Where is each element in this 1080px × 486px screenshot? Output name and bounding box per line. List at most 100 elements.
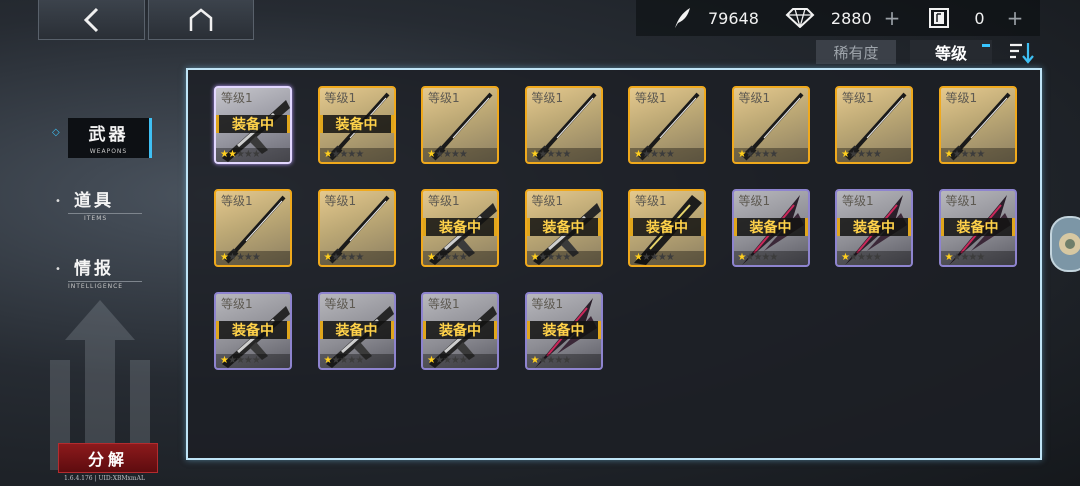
star-icon: ★ [251,252,261,263]
star-icon: ★ [243,355,253,366]
star-icon: ★ [665,149,675,160]
sort-rarity-button[interactable]: 稀有度 [816,40,896,64]
equipped-badge: 装备中 [423,218,497,236]
chevron-left-icon [83,7,98,32]
sort-order-icon[interactable] [1006,40,1036,66]
floating-assist-button[interactable] [1050,216,1080,272]
weapon-card[interactable]: 等级1 装备中 ★★★★★ [835,189,913,267]
star-icon: ★ [251,355,261,366]
diamond-add-button[interactable]: + [884,6,901,30]
equipped-badge: 装备中 [526,321,601,339]
weapon-card[interactable]: 等级1 装备中 ★★★★★ [421,292,499,370]
ticket-count: 0 [974,8,985,28]
sort-active-marker [982,44,990,47]
equipped-badge: 装备中 [526,218,601,236]
weapon-star-rating: ★★★★★ [837,251,911,265]
weapon-star-rating: ★★★★★ [216,251,290,265]
weapon-star-rating: ★★★★★ [423,251,497,265]
star-icon: ★ [434,355,444,366]
weapon-star-rating: ★★★★★ [319,148,394,162]
weapon-level-label: 等级1 [531,297,564,311]
weapon-star-rating: ★★★★★ [733,251,808,265]
weapon-card[interactable]: 等级1 装备中 ★★★★★ [317,86,396,164]
star-icon: ★ [227,149,237,160]
tab-items[interactable]: 道具 ITEMS [68,186,142,222]
star-icon: ★ [641,149,651,160]
weapon-card[interactable]: 等级1 装备中 ★★★★★ [524,189,603,267]
resource-bar: 79648 2880 + 0 + [636,0,1040,36]
weapon-card[interactable]: 等级1 ★★★★★ [835,86,913,164]
home-button[interactable] [148,0,254,40]
weapon-card[interactable]: 等级1 ★★★★★ [214,189,292,267]
ticket-add-button[interactable]: + [1007,6,1024,30]
weapon-star-rating: ★★★★★ [630,148,704,162]
weapon-level-label: 等级1 [635,194,667,208]
star-icon: ★ [442,355,452,366]
weapon-card[interactable]: 等级1 装备中 ★★★★★ [938,189,1017,267]
star-icon: ★ [976,252,985,263]
tab-intelligence[interactable]: 情报 INTELLIGENCE [68,254,142,290]
star-icon: ★ [856,252,866,263]
weapon-card[interactable]: 等级1 装备中 ★★★★★ [317,292,396,370]
star-icon: ★ [450,252,460,263]
weapon-card[interactable]: 等级1 ★★★★★ [524,86,603,164]
weapon-card[interactable]: 等级1 装备中 ★★★★★ [524,292,603,370]
tab-dot: • [55,264,61,275]
tab-indicator-diamond: ◇ [52,127,60,138]
weapon-level-label: 等级1 [324,297,357,311]
weapon-star-rating: ★★★★★ [216,354,290,368]
weapon-card[interactable]: 等级1 ★★★★★ [421,86,499,164]
weapon-card[interactable]: 等级1 ★★★★★ [317,189,396,267]
weapon-card[interactable]: 等级1 ★★★★★ [938,86,1017,164]
weapon-card[interactable]: 等级1 ★★★★★ [731,86,810,164]
star-icon: ★ [434,252,444,263]
equipped-badge: 装备中 [837,218,911,236]
star-icon: ★ [235,355,245,366]
star-icon: ★ [848,252,858,263]
home-icon [189,7,213,31]
star-icon: ★ [841,149,850,160]
star-icon: ★ [427,252,436,263]
weapon-card[interactable]: 等级1 装备中 ★★★★★ [214,86,292,164]
dismantle-button[interactable]: 分解 [58,443,158,473]
star-icon: ★ [872,149,882,160]
star-icon: ★ [427,149,436,160]
star-icon: ★ [657,149,667,160]
version-uid-text: 1.6.4.176 | UID:XBMxmAL [64,475,145,482]
equipped-badge: 装备中 [216,321,290,339]
weapon-card[interactable]: 等级1 装备中 ★★★★★ [214,292,292,370]
tab-weapons[interactable]: 武器 WEAPONS [68,118,152,158]
weapon-star-rating: ★★★★★ [733,148,808,162]
assist-icon [1059,233,1080,255]
weapon-level-label: 等级1 [428,297,460,311]
weapon-level-label: 等级1 [221,194,253,208]
back-button[interactable] [38,0,145,40]
weapon-star-rating: ★★★★★ [940,251,1015,265]
star-icon: ★ [665,252,675,263]
equipped-badge: 装备中 [319,321,394,339]
star-icon: ★ [235,149,245,160]
star-icon: ★ [864,252,874,263]
star-icon: ★ [355,149,364,160]
tab-items-label: 道具 [74,191,114,211]
star-icon: ★ [864,149,874,160]
star-icon: ★ [562,149,571,160]
weapon-star-rating: ★★★★★ [526,251,601,265]
weapon-card[interactable]: 等级1 装备中 ★★★★★ [731,189,810,267]
star-icon: ★ [220,355,229,366]
weapon-star-rating: ★★★★★ [940,148,1015,162]
weapon-card[interactable]: 等级1 装备中 ★★★★★ [421,189,499,267]
weapon-level-label: 等级1 [221,297,253,311]
weapon-card[interactable]: 等级1 ★★★★★ [628,86,706,164]
sort-level-button[interactable]: 等级 [910,40,992,64]
equipped-badge: 装备中 [733,218,808,236]
weapon-level-label: 等级1 [428,91,460,105]
star-icon: ★ [355,252,364,263]
weapon-card[interactable]: 等级1 装备中 ★★★★★ [628,189,706,267]
star-icon: ★ [434,149,444,160]
star-icon: ★ [848,149,858,160]
weapon-level-label: 等级1 [324,91,357,105]
weapon-star-rating: ★★★★★ [837,148,911,162]
equipped-badge: 装备中 [940,218,1015,236]
feather-icon [675,8,690,28]
